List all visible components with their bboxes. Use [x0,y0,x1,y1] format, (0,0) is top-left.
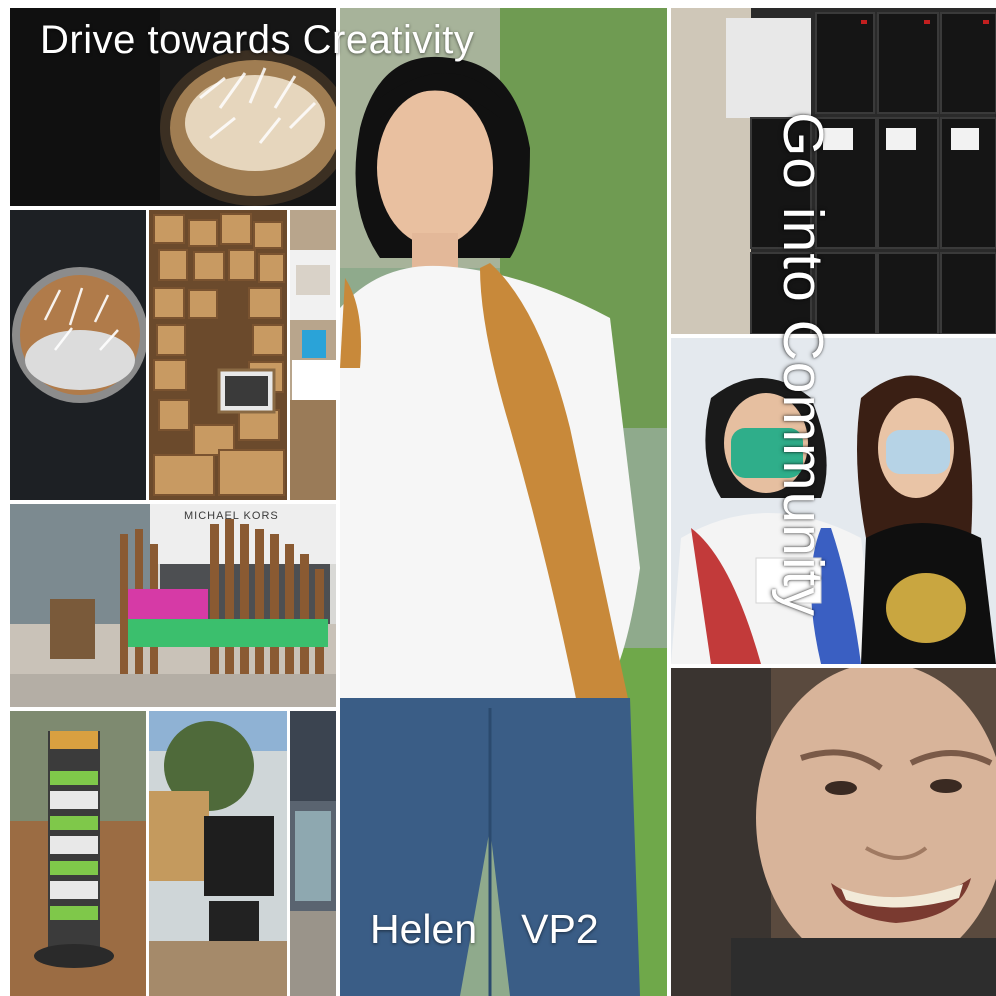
photo-wooden-shelving [149,210,287,500]
photo-fisheye-lens [10,210,146,500]
photo-storefront-installation: MICHAEL KORS [10,504,336,707]
caption-text: Helen VP2 [370,906,599,953]
photo-portrait-helen [340,8,667,996]
photo-modern-building [290,711,336,996]
photo-smiling-elder [671,668,996,996]
caption-role: VP2 [521,906,599,952]
photo-white-booth [290,210,336,500]
photo-plaza-sculpture [149,711,287,996]
caption-name: Helen [370,906,478,952]
storefront-sign: MICHAEL KORS [184,510,279,522]
headline-text: Drive towards Creativity [40,18,475,62]
photo-green-tower [10,711,146,996]
vertical-text: Go into Community [771,112,835,617]
